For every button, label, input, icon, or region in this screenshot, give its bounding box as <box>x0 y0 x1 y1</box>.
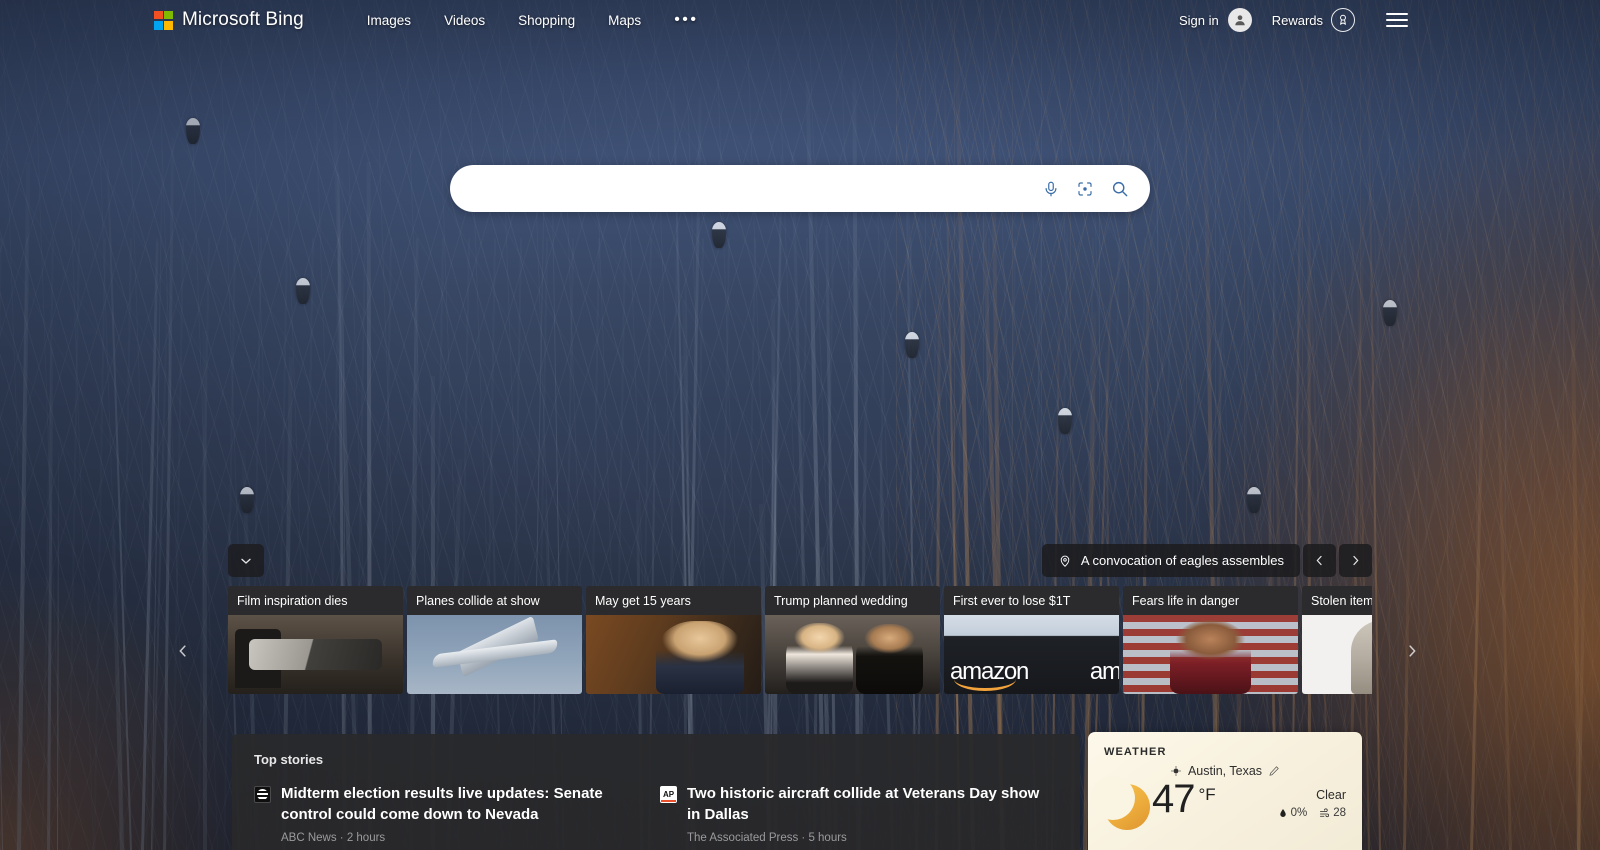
site-header: Microsoft Bing Images Videos Shopping Ma… <box>0 0 1600 40</box>
crescent-moon-icon <box>1091 776 1150 830</box>
hero-next-button[interactable] <box>1339 544 1372 577</box>
story-item[interactable]: AP Two historic aircraft collide at Vete… <box>660 784 1040 844</box>
carousel-card[interactable]: First ever to lose $1T amazon ama <box>944 586 1119 694</box>
carousel-card-image <box>1123 615 1298 694</box>
background-vignette <box>0 0 1600 850</box>
magnifier-icon[interactable] <box>1102 172 1136 206</box>
story-meta: The Associated Press · 5 hours <box>687 832 847 845</box>
hero-caption-bar: A convocation of eagles assembles <box>1041 544 1372 577</box>
carousel-card[interactable]: May get 15 years <box>586 586 761 694</box>
nav-item-videos[interactable]: Videos <box>444 13 485 28</box>
carousel-card-image <box>586 615 761 694</box>
top-stories-heading: Top stories <box>254 752 324 767</box>
weather-main-row: 47 °F Clear 0% 28 <box>1091 776 1346 830</box>
rewards-label[interactable]: Rewards <box>1272 13 1323 28</box>
weather-condition: Clear <box>1316 788 1346 802</box>
weather-temperature-block: 47 °F <box>1152 777 1216 821</box>
search-area <box>0 165 1600 212</box>
associated-press-icon: AP <box>660 786 677 803</box>
carousel-card[interactable]: Stolen item <box>1302 586 1372 694</box>
weather-card-label: WEATHER <box>1104 746 1167 758</box>
story-item[interactable]: Midterm election results live updates: S… <box>254 784 634 844</box>
location-pin-icon <box>1060 555 1070 567</box>
weather-location-row[interactable]: Austin, Texas <box>1104 764 1346 778</box>
carousel-card-image <box>1302 615 1372 694</box>
carousel-card-title: Stolen item <box>1302 586 1372 615</box>
primary-nav: Images Videos Shopping Maps ••• <box>367 12 699 28</box>
sign-in-button[interactable]: Sign in <box>1179 13 1219 28</box>
weather-temperature: 47 <box>1152 777 1195 821</box>
carousel-card-title: Planes collide at show <box>407 586 582 615</box>
carousel-card-image <box>765 615 940 694</box>
microsoft-logo-icon <box>154 10 173 30</box>
hero-caption-text: A convocation of eagles assembles <box>1080 553 1284 568</box>
weather-precipitation-value: 0% <box>1290 807 1308 819</box>
top-stories-list: Midterm election results live updates: S… <box>254 784 1058 844</box>
weather-stats: 0% 28 <box>1278 807 1346 819</box>
microphone-icon[interactable] <box>1034 172 1068 206</box>
amazon-smile-icon <box>954 679 1016 691</box>
carousel-card[interactable]: Fears life in danger <box>1123 586 1298 694</box>
carousel-card-image: amazon ama <box>944 615 1119 694</box>
scroll-down-button[interactable] <box>228 544 264 577</box>
nav-more-icon[interactable]: ••• <box>674 12 698 28</box>
nav-item-images[interactable]: Images <box>367 13 411 28</box>
person-icon[interactable] <box>1227 8 1252 32</box>
nav-item-shopping[interactable]: Shopping <box>518 13 575 28</box>
carousel-card-title: First ever to lose $1T <box>944 586 1119 615</box>
air-quality-icon <box>1320 808 1330 817</box>
hero-background-image <box>0 0 1600 850</box>
weather-details: Clear 0% 28 <box>1278 780 1346 819</box>
nav-item-maps[interactable]: Maps <box>608 13 641 28</box>
header-actions: Sign in Rewards <box>1179 8 1408 32</box>
weather-temperature-unit: °F <box>1198 785 1216 804</box>
search-box[interactable] <box>450 165 1150 212</box>
carousel-next-button[interactable] <box>1395 632 1429 670</box>
carousel-card-image <box>407 615 582 694</box>
carousel-card-title: Trump planned wedding <box>765 586 940 615</box>
top-stories-panel: Top stories Midterm election results liv… <box>232 734 1080 850</box>
weather-precipitation: 0% <box>1278 807 1308 819</box>
rewards-medal-icon[interactable] <box>1331 8 1355 32</box>
visual-search-camera-icon[interactable] <box>1068 172 1102 206</box>
pencil-edit-icon <box>1269 766 1279 776</box>
carousel-card[interactable]: Trump planned wedding <box>765 586 940 694</box>
carousel-card-title: Film inspiration dies <box>228 586 403 615</box>
raindrop-icon <box>1279 809 1286 817</box>
brand-name: Microsoft Bing <box>182 9 304 30</box>
search-input[interactable] <box>472 180 1034 197</box>
carousel-card-title: May get 15 years <box>586 586 761 615</box>
story-title: Two historic aircraft collide at Veteran… <box>687 785 1040 823</box>
hero-caption[interactable]: A convocation of eagles assembles <box>1041 544 1300 577</box>
carousel-card[interactable]: Planes collide at show <box>407 586 582 694</box>
hero-prev-button[interactable] <box>1303 544 1336 577</box>
weather-air-quality-value: 28 <box>1333 807 1346 819</box>
abc-news-icon <box>254 786 271 803</box>
amazon-wordmark-partial: ama <box>1089 658 1119 685</box>
rewards-area[interactable]: Rewards <box>1272 8 1355 32</box>
weather-location: Austin, Texas <box>1187 764 1263 778</box>
weather-air-quality: 28 <box>1319 807 1346 819</box>
news-carousel[interactable]: Film inspiration dies Planes collide at … <box>228 586 1372 694</box>
carousel-card[interactable]: Film inspiration dies <box>228 586 403 694</box>
bing-brand[interactable]: Microsoft Bing <box>154 9 304 31</box>
weather-card[interactable]: WEATHER Austin, Texas 47 °F Clear 0% 28 <box>1088 732 1362 850</box>
story-meta: ABC News · 2 hours <box>281 832 386 845</box>
hamburger-menu-icon[interactable] <box>1386 13 1408 27</box>
story-title: Midterm election results live updates: S… <box>281 785 603 823</box>
carousel-prev-button[interactable] <box>166 632 200 670</box>
carousel-card-title: Fears life in danger <box>1123 586 1298 615</box>
carousel-card-image <box>228 615 403 694</box>
location-target-icon <box>1171 766 1181 776</box>
